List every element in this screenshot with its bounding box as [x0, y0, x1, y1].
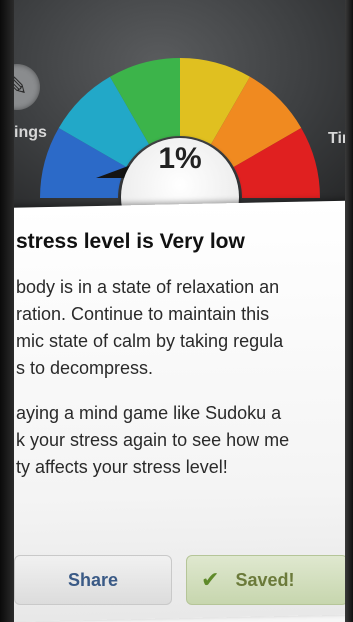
checkmark-icon: ✔: [201, 567, 220, 593]
result-headline: stress level is Very low: [16, 230, 245, 253]
stress-gauge: 1%: [0, 0, 353, 256]
paragraph2-line: k your stress again to see how me: [16, 430, 290, 450]
stress-percent: 1%: [158, 142, 202, 175]
saved-label: Saved!: [235, 569, 295, 590]
paragraph1-line: s to decompress.: [16, 358, 154, 378]
app-screen: ✎ ings Tin 1% stress level is Very low b…: [0, 0, 353, 622]
share-button[interactable]: Share: [14, 555, 172, 605]
paragraph2-line: aying a mind game like Sudoku a: [16, 403, 282, 423]
paragraph2-line: ty affects your stress level!: [16, 457, 228, 477]
paragraph1-line: ration. Continue to maintain this: [16, 304, 270, 324]
paragraph1-line: mic state of calm by taking regula: [16, 331, 284, 351]
paragraph1-line: body is in a state of relaxation an: [16, 277, 280, 297]
saved-button[interactable]: ✔ Saved!: [186, 555, 348, 605]
result-card: stress level is Very low body is in a st…: [0, 200, 353, 622]
device-bezel-right: [345, 0, 353, 622]
device-bezel-left: [0, 0, 14, 622]
